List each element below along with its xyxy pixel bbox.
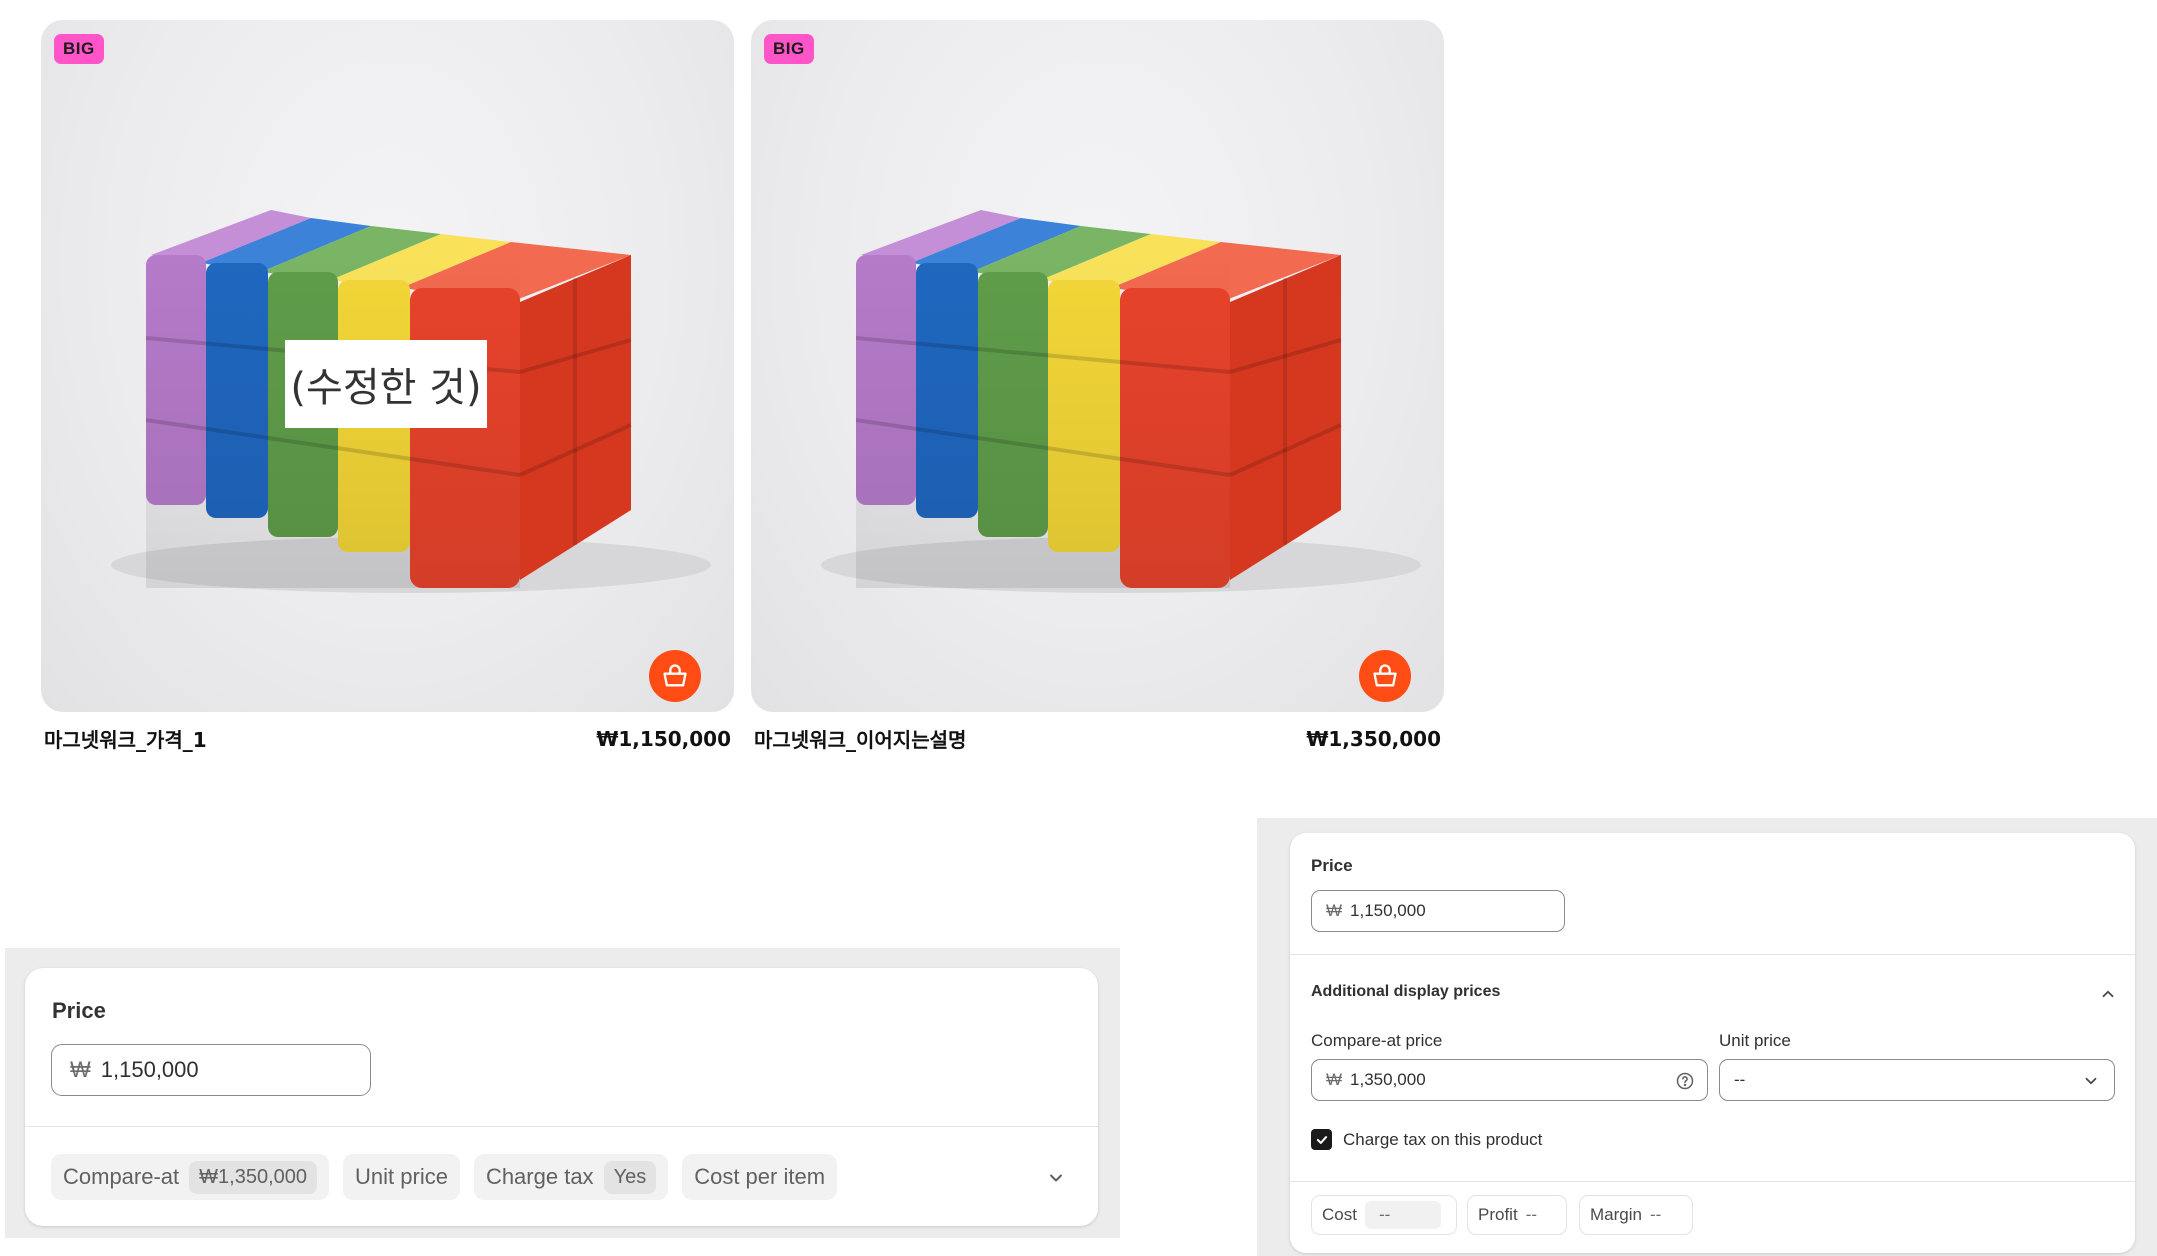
profit-label: Profit — [1478, 1205, 1518, 1224]
compare-at-pill[interactable]: Compare-at ₩1,350,000 — [51, 1154, 330, 1200]
profit-metric: Profit -- — [1467, 1195, 1567, 1235]
price-input[interactable]: ₩ 1,150,000 — [1311, 890, 1565, 932]
product-price: ₩1,350,000 — [1306, 726, 1441, 751]
divider — [25, 1126, 1098, 1127]
price-label: Price — [1311, 856, 1353, 875]
cost-field[interactable]: Cost -- — [1311, 1195, 1457, 1235]
pill-label: Compare-at — [63, 1164, 180, 1189]
question-circle-icon[interactable] — [1675, 1071, 1695, 1091]
chevron-down-icon[interactable] — [1046, 1168, 1066, 1188]
profit-value: -- — [1525, 1205, 1538, 1224]
unit-price-select[interactable]: -- — [1719, 1059, 2115, 1101]
price-panel-expanded: Price ₩ 1,150,000 Additional display pri… — [1290, 833, 2135, 1253]
price-value: 1,150,000 — [1350, 901, 1426, 920]
add-to-cart-button[interactable] — [1359, 650, 1411, 702]
shopping-basket-icon — [663, 664, 687, 687]
pill-value: Yes — [603, 1160, 657, 1194]
price-value: 1,150,000 — [100, 1057, 199, 1082]
cost-value: -- — [1364, 1201, 1441, 1229]
checkmark-icon — [1316, 1135, 1327, 1144]
cost-label: Cost — [1322, 1205, 1357, 1224]
product-price: ₩1,150,000 — [596, 726, 731, 751]
price-panel-compact: Price ₩ 1,150,000 Compare-at ₩1,350,000 … — [25, 968, 1098, 1226]
big-badge: BIG — [764, 34, 814, 64]
cost-per-item-pill[interactable]: Cost per item — [682, 1154, 838, 1200]
charge-tax-pill[interactable]: Charge tax Yes — [473, 1154, 669, 1200]
product-card[interactable]: BIG 마그넷워크_이어지는설명 ₩1,350,000 — [751, 20, 1444, 753]
compare-at-price-value: 1,350,000 — [1350, 1070, 1426, 1089]
edit-note-label: (수정한 것) — [285, 340, 487, 428]
product-photo — [821, 210, 1421, 593]
additional-display-prices-title: Additional display prices — [1311, 983, 1501, 1000]
pill-value: ₩1,350,000 — [189, 1160, 318, 1194]
divider — [1290, 954, 2135, 955]
chevron-up-icon[interactable] — [2099, 985, 2117, 1003]
pill-label: Unit price — [355, 1164, 448, 1189]
shopping-basket-icon — [1373, 664, 1397, 687]
product-image[interactable]: BIG (수정한 것) — [41, 20, 734, 712]
add-to-cart-button[interactable] — [649, 650, 701, 702]
big-badge: BIG — [54, 34, 104, 64]
price-input[interactable]: ₩ 1,150,000 — [51, 1044, 371, 1096]
product-name[interactable]: 마그넷워크_가격_1 — [44, 724, 207, 753]
currency-symbol: ₩ — [70, 1057, 91, 1082]
pill-label: Charge tax — [485, 1164, 594, 1189]
currency-symbol: ₩ — [1326, 901, 1343, 920]
unit-price-label: Unit price — [1719, 1031, 1791, 1050]
product-image[interactable]: BIG — [751, 20, 1444, 712]
price-options-pills: Compare-at ₩1,350,000 Unit price Charge … — [51, 1154, 838, 1200]
price-label: Price — [52, 998, 106, 1023]
pill-label: Cost per item — [694, 1164, 826, 1189]
compare-at-price-input[interactable]: ₩ 1,350,000 — [1311, 1059, 1708, 1101]
product-card[interactable]: BIG (수정한 것) 마그넷워크_가격_1 ₩1,150,000 — [41, 20, 734, 753]
charge-tax-label[interactable]: Charge tax on this product — [1343, 1130, 1542, 1150]
unit-price-value: -- — [1734, 1070, 1746, 1089]
margin-metric: Margin -- — [1579, 1195, 1693, 1235]
margin-value: -- — [1649, 1205, 1662, 1224]
chevron-down-icon — [2085, 1077, 2097, 1085]
compare-at-price-label: Compare-at price — [1311, 1031, 1443, 1050]
divider — [1290, 1181, 2135, 1182]
currency-symbol: ₩ — [1326, 1070, 1343, 1089]
charge-tax-checkbox[interactable] — [1311, 1129, 1332, 1150]
product-name[interactable]: 마그넷워크_이어지는설명 — [754, 724, 966, 753]
unit-price-pill[interactable]: Unit price — [343, 1154, 460, 1200]
margin-label: Margin — [1590, 1205, 1642, 1224]
